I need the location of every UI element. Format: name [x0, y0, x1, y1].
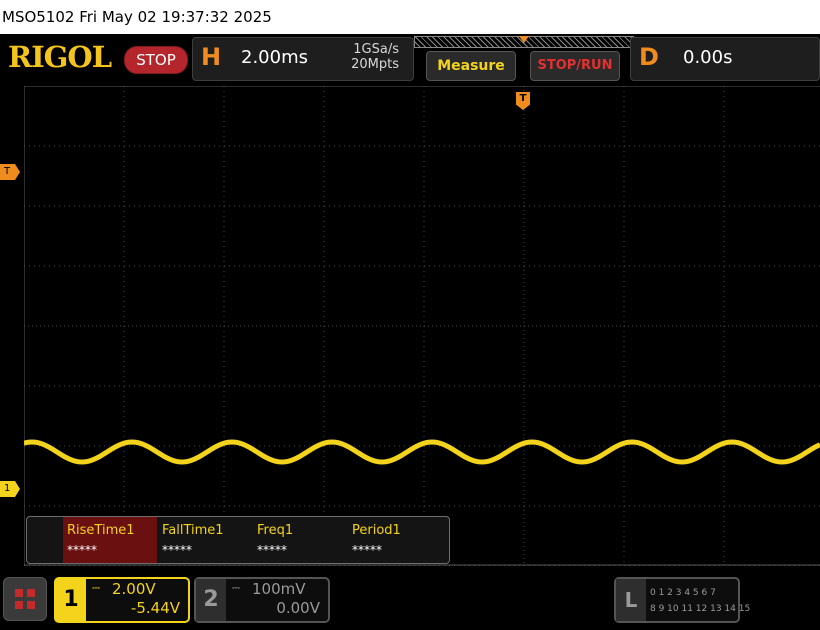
measurement-name: FallTime1	[162, 523, 224, 538]
delay-value: 0.00s	[683, 47, 733, 68]
measurement-item[interactable]: FallTime1 *****	[158, 517, 252, 563]
stop-run-button[interactable]: STOP/RUN	[530, 51, 620, 81]
ch1-number: 1	[56, 579, 86, 621]
trigger-level-marker[interactable]: T	[0, 164, 20, 180]
measurement-name: RiseTime1	[67, 523, 135, 538]
logic-analyzer-letter: L	[616, 579, 646, 621]
measurement-value: *****	[162, 543, 192, 557]
measure-button[interactable]: Measure	[426, 51, 516, 81]
waveform-display[interactable]	[24, 86, 820, 566]
measurement-item[interactable]: Period1 *****	[348, 517, 442, 563]
dc-coupling-icon: ⎓	[232, 583, 240, 594]
rigol-logo: RIGOL	[8, 40, 112, 74]
ch2-scale: 100mV	[252, 580, 306, 598]
trigger-position-marker	[519, 36, 529, 43]
logic-analyzer-panel[interactable]: L 0 1 2 3 4 5 6 7 8 9 10 11 12 13 14 15	[614, 577, 750, 623]
measurement-name: Freq1	[257, 523, 294, 538]
delay-panel[interactable]: D 0.00s	[630, 37, 820, 81]
horizontal-letter: H	[201, 43, 222, 71]
measurement-panel: RiseTime1 ***** FallTime1 ***** Freq1 **…	[26, 516, 450, 564]
top-toolbar: RIGOL STOP H 2.00ms 1GSa/s 20Mpts Measur…	[0, 34, 820, 86]
ch2-offset: 0.00V	[276, 599, 320, 617]
run-state-badge[interactable]: STOP	[124, 46, 188, 74]
timebase-value: 2.00ms	[241, 47, 308, 68]
measurement-item[interactable]: Freq1 *****	[253, 517, 347, 563]
ch2-number: 2	[196, 579, 226, 621]
measurement-item[interactable]: RiseTime1 *****	[63, 517, 157, 563]
delay-letter: D	[639, 43, 659, 71]
main-menu-button[interactable]	[3, 577, 47, 621]
title-text: MSO5102 Fri May 02 19:37:32 2025	[2, 8, 272, 26]
dc-coupling-icon: ⎓	[92, 583, 100, 594]
measurement-value: *****	[257, 543, 287, 557]
measurement-name: Period1	[352, 523, 401, 538]
ch2-settings-panel[interactable]: 2 ⎓ 100mV 0.00V	[194, 577, 330, 623]
menu-grid-icon	[15, 589, 23, 597]
ch1-offset-marker[interactable]: 1	[0, 481, 20, 497]
memory-position-bar	[414, 36, 634, 48]
measurement-value: *****	[352, 543, 382, 557]
ch1-offset: -5.44V	[130, 599, 180, 617]
menu-grid-icon	[27, 589, 35, 597]
memory-depth: 20Mpts	[351, 57, 399, 72]
horizontal-panel[interactable]: H 2.00ms 1GSa/s 20Mpts	[192, 37, 414, 81]
ch1-settings-panel[interactable]: 1 ⎓ 2.00V -5.44V	[54, 577, 190, 623]
ch1-scale: 2.00V	[112, 580, 156, 598]
title-bar: MSO5102 Fri May 02 19:37:32 2025	[0, 0, 820, 34]
bottom-bar: 1 ⎓ 2.00V -5.44V 2 ⎓ 100mV 0.00V L 0 1 2…	[0, 570, 820, 630]
sample-rate: 1GSa/s	[353, 42, 399, 57]
menu-grid-icon	[27, 601, 35, 609]
digital-channels-row: 8 9 10 11 12 13 14 15	[650, 604, 751, 614]
menu-grid-icon	[15, 601, 23, 609]
measurement-value: *****	[67, 543, 97, 557]
digital-channels-row: 0 1 2 3 4 5 6 7	[650, 588, 716, 598]
